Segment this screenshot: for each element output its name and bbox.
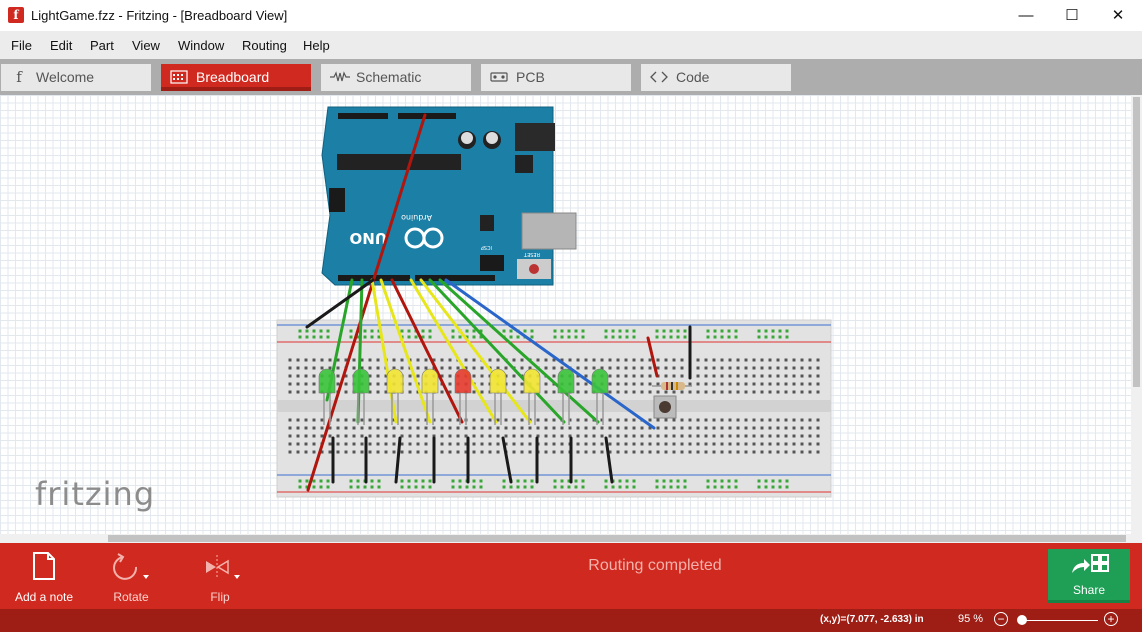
note-icon [33, 552, 55, 580]
view-tab-bar: f Welcome Breadboard Schematic PCB Code [0, 59, 1142, 95]
pcb-icon [490, 70, 508, 84]
tab-label: Breadboard [196, 69, 270, 85]
tab-breadboard[interactable]: Breadboard [161, 64, 311, 91]
window-title: LightGame.fzz - Fritzing - [Breadboard V… [31, 8, 288, 23]
menu-window[interactable]: Window [178, 38, 224, 53]
menu-view[interactable]: View [132, 38, 160, 53]
bottom-toolbar: Add a note Rotate Flip Routing completed… [0, 543, 1142, 609]
menu-help[interactable]: Help [303, 38, 330, 53]
menu-edit[interactable]: Edit [50, 38, 72, 53]
rotate-button[interactable]: Rotate [91, 549, 171, 605]
breadboard-canvas[interactable]: UNO Arduino RESET ICSP fritzing [0, 95, 1131, 534]
share-button[interactable]: Share [1048, 549, 1130, 603]
share-label: Share [1072, 583, 1106, 597]
tab-label: Schematic [356, 69, 422, 85]
horizontal-scroll-thumb[interactable] [108, 535, 1126, 542]
menu-file[interactable]: File [11, 38, 32, 53]
arduino-uno-board[interactable]: UNO Arduino RESET ICSP [321, 106, 577, 286]
tab-code[interactable]: Code [641, 64, 791, 91]
rotate-icon [113, 553, 149, 580]
usb-port [521, 212, 577, 250]
flip-icon [206, 555, 240, 579]
fritzing-watermark: fritzing [35, 475, 155, 513]
pushbutton[interactable] [653, 395, 677, 419]
menu-bar: File Edit Part View Window Routing Help [0, 31, 1142, 59]
zoom-in-button[interactable]: + [1104, 612, 1118, 626]
close-button[interactable]: ✕ [1095, 0, 1141, 31]
fritzing-app-icon: f [8, 7, 24, 23]
zoom-level: 95 % [958, 613, 984, 625]
flip-button[interactable]: Flip [180, 549, 260, 605]
rotate-label: Rotate [113, 590, 149, 604]
tab-welcome[interactable]: f Welcome [1, 64, 151, 91]
code-brackets-icon [650, 70, 668, 84]
tab-schematic[interactable]: Schematic [321, 64, 471, 91]
fritzing-f-icon: f [16, 68, 22, 86]
zoom-slider-track[interactable] [1020, 620, 1098, 621]
add-note-label: Add a note [14, 590, 74, 604]
horizontal-scrollbar[interactable] [0, 534, 1131, 543]
menu-routing[interactable]: Routing [242, 38, 287, 53]
arduino-label: Arduino [401, 213, 432, 222]
cursor-coordinates: (x,y)=(7.077, -2.633) in [820, 614, 924, 625]
share-icon [1072, 554, 1109, 573]
title-bar: f LightGame.fzz - Fritzing - [Breadboard… [0, 0, 1142, 31]
reset-label: RESET [523, 251, 540, 257]
zoom-slider-handle[interactable] [1017, 615, 1027, 625]
minimize-button[interactable]: — [1003, 0, 1049, 31]
tab-label: PCB [516, 69, 545, 85]
breadboard-icon [170, 70, 188, 84]
tab-label: Welcome [36, 69, 95, 85]
flip-label: Flip [210, 590, 230, 604]
routing-status: Routing completed [588, 557, 722, 574]
resistor-zigzag-icon [330, 70, 350, 84]
icsp-label: ICSP [481, 244, 492, 250]
vertical-scrollbar[interactable] [1131, 95, 1142, 543]
power-jack [515, 123, 555, 151]
tab-label: Code [676, 69, 710, 85]
vertical-scroll-thumb[interactable] [1133, 97, 1140, 387]
status-bar: (x,y)=(7.077, -2.633) in 95 % − + [0, 609, 1142, 632]
zoom-out-button[interactable]: − [994, 612, 1008, 626]
add-note-button[interactable]: Add a note [4, 549, 84, 605]
tab-pcb[interactable]: PCB [481, 64, 631, 91]
menu-part[interactable]: Part [90, 38, 114, 53]
maximize-button[interactable]: ☐ [1049, 0, 1095, 31]
uno-label: UNO [350, 229, 388, 247]
